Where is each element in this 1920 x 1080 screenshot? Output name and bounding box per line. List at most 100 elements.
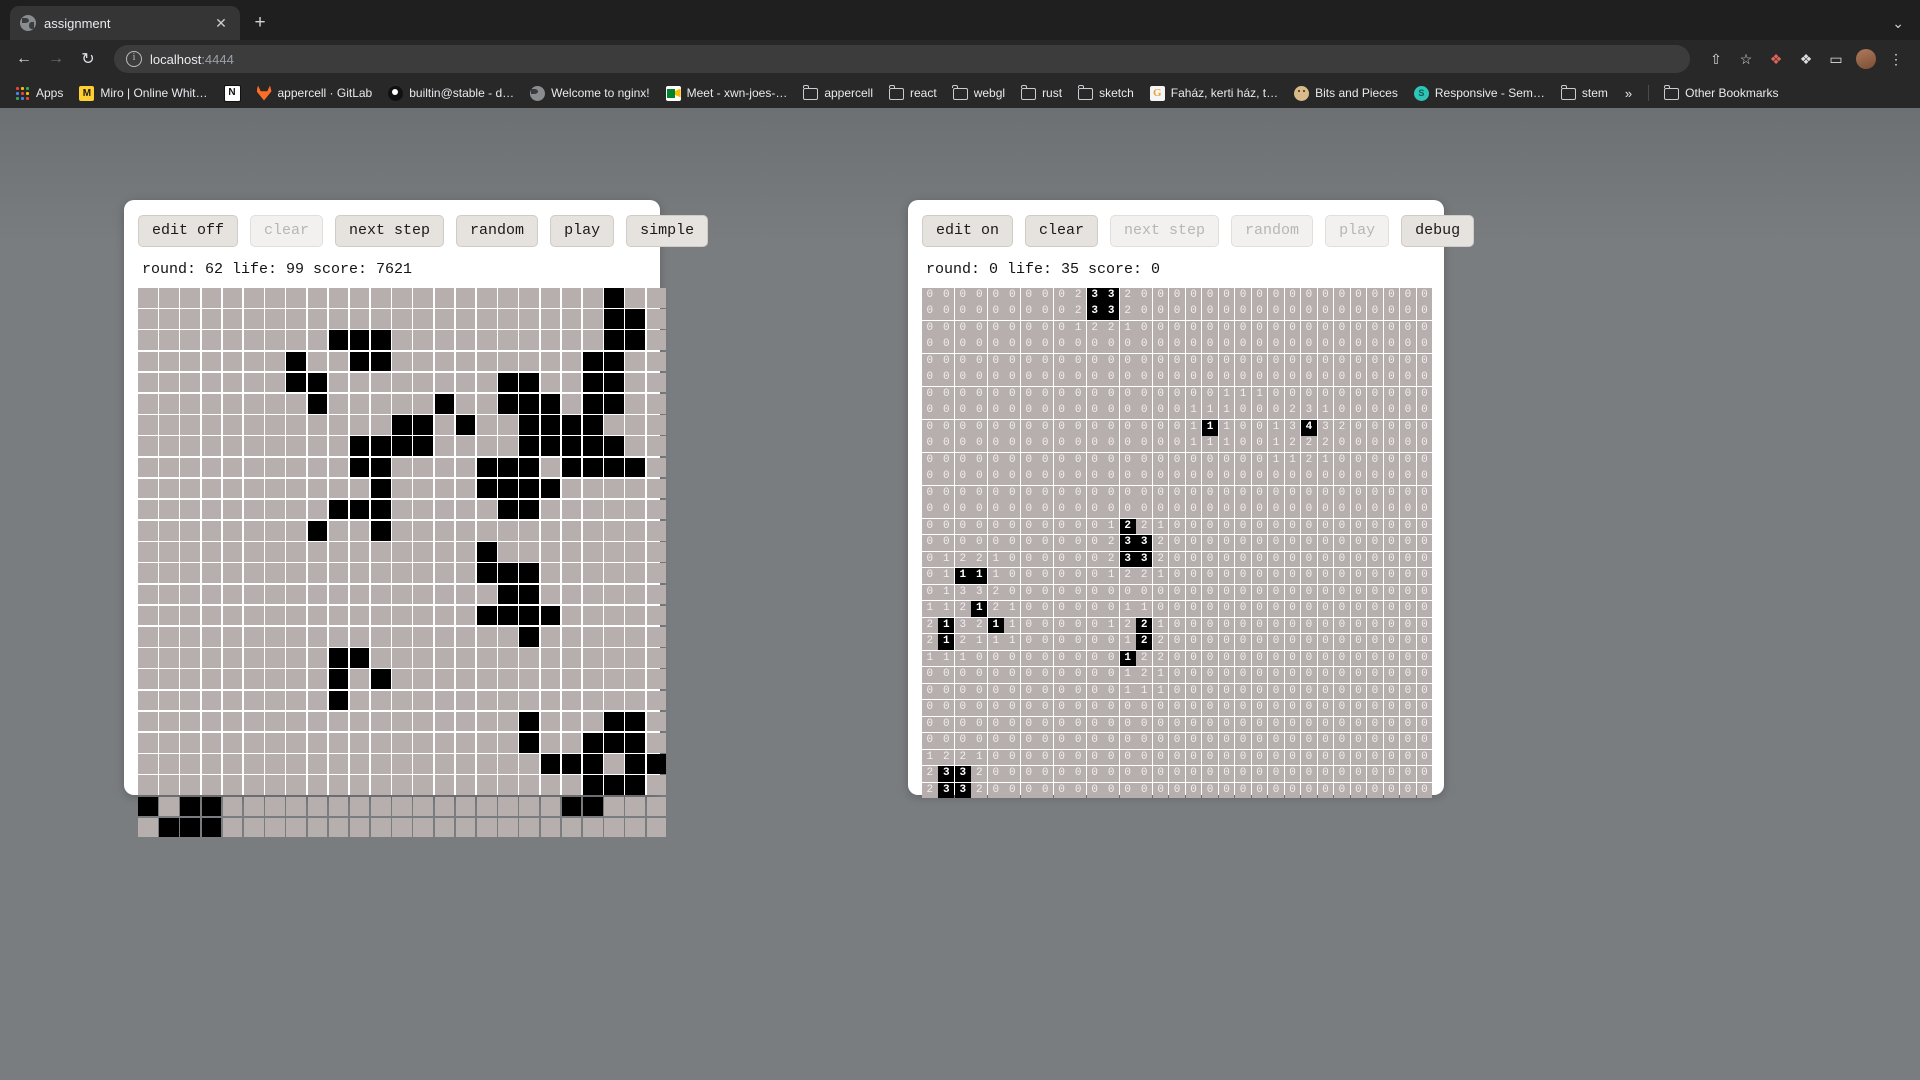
life-cell[interactable] (540, 542, 561, 562)
debug-cell[interactable]: 1 (1268, 419, 1284, 436)
debug-cell[interactable]: 0 (1136, 288, 1152, 304)
debug-cell[interactable]: 0 (1350, 518, 1367, 535)
life-cell[interactable] (243, 372, 264, 393)
life-cell[interactable] (159, 457, 179, 478)
debug-cell[interactable]: 0 (1004, 551, 1021, 568)
life-cell[interactable] (286, 584, 306, 605)
life-cell[interactable] (519, 457, 539, 478)
debug-cell[interactable]: 0 (1053, 716, 1070, 733)
debug-cell-alive[interactable]: 3 (954, 782, 971, 799)
debug-cell[interactable]: 0 (1416, 337, 1433, 354)
debug-cell[interactable]: 0 (1284, 551, 1301, 568)
debug-cell[interactable]: 0 (1367, 617, 1383, 634)
play-button[interactable]: play (550, 215, 615, 247)
debug-cell[interactable]: 0 (954, 518, 971, 535)
debug-cell[interactable]: 0 (1136, 766, 1152, 782)
life-cell[interactable] (371, 775, 391, 795)
life-cell[interactable] (349, 584, 370, 605)
life-cell[interactable] (328, 669, 349, 689)
debug-cell[interactable]: 0 (1037, 733, 1054, 749)
life-cell[interactable] (349, 605, 370, 626)
debug-cell[interactable]: 0 (1185, 337, 1202, 354)
edit-toggle-button[interactable]: edit on (922, 215, 1014, 247)
debug-cell[interactable]: 0 (1334, 288, 1350, 304)
life-cell[interactable] (286, 351, 306, 372)
debug-cell[interactable]: 0 (1119, 502, 1136, 518)
debug-cell[interactable]: 1 (987, 634, 1004, 650)
debug-cell[interactable]: 0 (1383, 683, 1400, 700)
debug-cell[interactable]: 0 (1350, 650, 1367, 667)
life-cell[interactable] (413, 351, 434, 372)
debug-cell[interactable]: 0 (938, 667, 955, 683)
debug-cell[interactable]: 0 (1070, 419, 1087, 436)
debug-cell[interactable]: 0 (938, 535, 955, 551)
life-cell[interactable] (138, 775, 158, 795)
debug-cell[interactable]: 0 (938, 502, 955, 518)
debug-cell-alive[interactable]: 2 (1136, 617, 1152, 634)
life-cell[interactable] (477, 436, 497, 456)
life-cell[interactable] (371, 690, 391, 711)
debug-cell[interactable]: 0 (1053, 535, 1070, 551)
life-cell[interactable] (477, 309, 497, 329)
debug-cell[interactable]: 2 (1136, 667, 1152, 683)
debug-cell[interactable]: 0 (1004, 304, 1021, 321)
debug-cell[interactable]: 0 (971, 667, 988, 683)
life-cell[interactable] (455, 309, 476, 329)
life-cell[interactable] (371, 563, 391, 584)
life-cell[interactable] (159, 478, 179, 499)
life-cell[interactable] (498, 457, 518, 478)
debug-cell[interactable]: 0 (1416, 551, 1433, 568)
life-cell[interactable] (349, 499, 370, 520)
debug-cell[interactable]: 0 (1202, 749, 1218, 766)
debug-cell[interactable]: 0 (1251, 337, 1268, 354)
debug-cell[interactable]: 0 (987, 353, 1004, 370)
debug-cell[interactable]: 0 (1383, 436, 1400, 453)
debug-cell[interactable]: 0 (1268, 485, 1284, 502)
life-cell[interactable] (307, 499, 328, 520)
debug-cell[interactable]: 0 (1152, 601, 1169, 617)
debug-cell[interactable]: 0 (1367, 601, 1383, 617)
debug-cell[interactable]: 0 (1136, 386, 1152, 403)
debug-cell[interactable]: 0 (1152, 749, 1169, 766)
debug-cell[interactable]: 0 (1284, 386, 1301, 403)
debug-cell[interactable]: 0 (987, 667, 1004, 683)
life-cell[interactable] (434, 372, 455, 393)
debug-cell[interactable]: 0 (938, 370, 955, 387)
life-cell[interactable] (180, 330, 200, 350)
life-cell[interactable] (243, 817, 264, 838)
debug-cell[interactable]: 0 (1400, 617, 1416, 634)
life-cell[interactable] (498, 330, 518, 350)
debug-cell[interactable]: 2 (1284, 436, 1301, 453)
debug-cell[interactable]: 0 (1070, 617, 1087, 634)
debug-cell[interactable]: 0 (1185, 353, 1202, 370)
bookmark-item[interactable]: Welcome to nginx! (523, 83, 657, 104)
debug-cell[interactable]: 0 (1284, 700, 1301, 716)
debug-cell[interactable]: 0 (1202, 584, 1218, 601)
debug-cell[interactable]: 0 (971, 518, 988, 535)
debug-cell[interactable]: 0 (1169, 650, 1185, 667)
debug-cell[interactable]: 0 (1218, 617, 1235, 634)
life-cell[interactable] (180, 288, 200, 308)
life-cell[interactable] (455, 711, 476, 732)
debug-cell[interactable]: 0 (1383, 568, 1400, 584)
debug-cell[interactable]: 0 (1020, 551, 1037, 568)
debug-cell[interactable]: 0 (1367, 419, 1383, 436)
debug-cell[interactable]: 1 (987, 568, 1004, 584)
debug-cell[interactable]: 0 (1350, 733, 1367, 749)
life-cell[interactable] (328, 711, 349, 732)
debug-cell[interactable]: 0 (1251, 568, 1268, 584)
life-cell[interactable] (201, 478, 222, 499)
life-cell[interactable] (561, 499, 582, 520)
debug-cell[interactable]: 0 (1235, 370, 1251, 387)
life-cell[interactable] (625, 521, 645, 541)
life-cell[interactable] (222, 605, 243, 626)
life-cell[interactable] (328, 563, 349, 584)
debug-cell[interactable]: 0 (1202, 716, 1218, 733)
debug-cell[interactable]: 2 (954, 601, 971, 617)
life-cell[interactable] (519, 393, 539, 414)
life-cell[interactable] (222, 627, 243, 647)
debug-cell[interactable]: 0 (1152, 304, 1169, 321)
life-cell[interactable] (561, 754, 582, 774)
debug-cell[interactable]: 0 (1070, 370, 1087, 387)
debug-cell[interactable]: 0 (1103, 502, 1120, 518)
